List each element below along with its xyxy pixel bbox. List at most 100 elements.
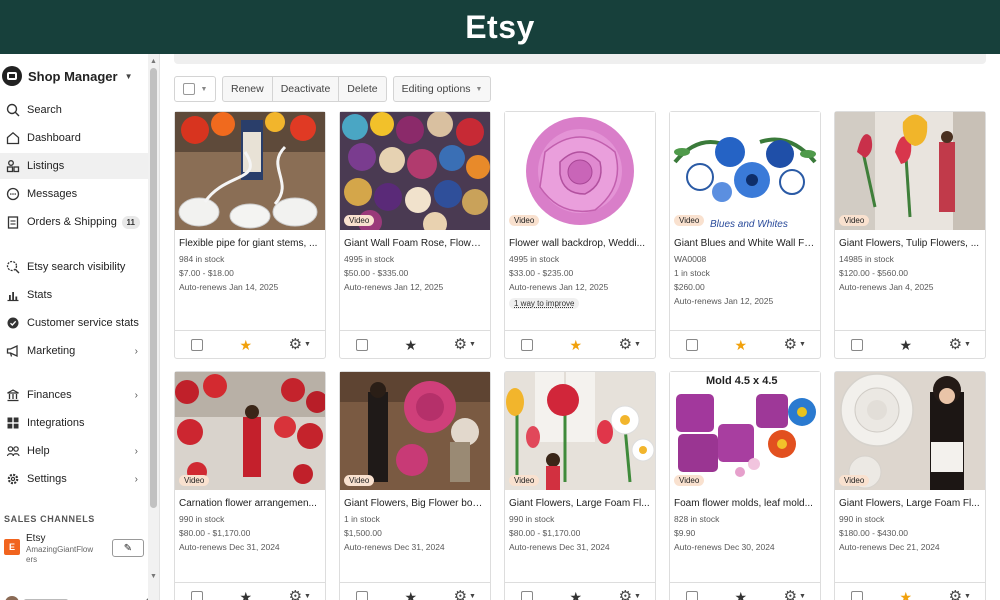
listing-info: Giant Flowers, Big Flower bou... 1 in st…: [340, 490, 490, 553]
listing-title[interactable]: Flexible pipe for giant stems, ...: [179, 238, 321, 251]
star-icon[interactable]: ★: [405, 338, 418, 352]
sidebar-item-marketing[interactable]: Marketing ›: [0, 338, 148, 364]
chevron-right-icon: ›: [134, 345, 138, 357]
star-icon[interactable]: ★: [570, 590, 583, 600]
sidebar-scrollbar[interactable]: ▲ ▼: [148, 54, 159, 600]
scroll-thumb[interactable]: [150, 68, 157, 508]
listing-card[interactable]: Flexible pipe for giant stems, ... 984 i…: [174, 111, 326, 359]
star-filled-icon[interactable]: ★: [240, 338, 253, 352]
sidebar-item-dashboard[interactable]: Dashboard: [0, 125, 148, 151]
listing-thumbnail[interactable]: Video: [340, 372, 490, 490]
listing-title[interactable]: Giant Flowers, Large Foam Fl...: [839, 498, 981, 511]
listing-card[interactable]: Video Carnation flower arrangemen... 990…: [174, 371, 326, 600]
listing-stock: 1 in stock: [674, 268, 710, 278]
listing-title[interactable]: Giant Flowers, Large Foam Fl...: [509, 498, 651, 511]
shop-manager-menu[interactable]: Shop Manager ▼: [2, 66, 133, 86]
sidebar-item-messages[interactable]: Messages: [0, 181, 148, 207]
user-account-row[interactable]: [2, 592, 152, 600]
sidebar-item-customer-service-stats[interactable]: Customer service stats: [0, 310, 148, 336]
listing-checkbox[interactable]: [191, 590, 203, 600]
listing-thumbnail[interactable]: Video: [175, 372, 325, 490]
listing-thumbnail[interactable]: Video: [835, 372, 985, 490]
star-icon[interactable]: ★: [405, 590, 418, 600]
sidebar-item-help[interactable]: Help ›: [0, 438, 148, 464]
listing-thumbnail[interactable]: Video: [835, 112, 985, 230]
listing-settings-menu[interactable]: ⚙ ▼: [949, 337, 971, 352]
listing-card[interactable]: Video Giant Flowers, Large Foam Fl... 99…: [834, 371, 986, 600]
scroll-down-arrow-icon[interactable]: ▼: [150, 573, 157, 580]
listing-card[interactable]: Blues and Whites Video Giant Blues and W…: [669, 111, 821, 359]
sidebar-item-stats[interactable]: Stats: [0, 282, 148, 308]
renew-button[interactable]: Renew: [223, 77, 273, 101]
listing-settings-menu[interactable]: ⚙ ▼: [289, 589, 311, 600]
listing-title[interactable]: Carnation flower arrangemen...: [179, 498, 321, 511]
listing-card[interactable]: Video Giant Wall Foam Rose, Flower ... 4…: [339, 111, 491, 359]
editing-options-dropdown[interactable]: Editing options ▼: [392, 76, 492, 102]
sidebar-item-search[interactable]: Search: [0, 97, 148, 123]
star-filled-icon[interactable]: ★: [900, 590, 913, 600]
listing-card[interactable]: Video Giant Flowers, Tulip Flowers, ... …: [834, 111, 986, 359]
listing-settings-menu[interactable]: ⚙ ▼: [289, 337, 311, 352]
listing-thumbnail[interactable]: Video: [505, 372, 655, 490]
listing-settings-menu[interactable]: ⚙ ▼: [454, 337, 476, 352]
listing-stock: 984 in stock: [179, 254, 225, 264]
listing-info: Foam flower molds, leaf mold... 828 in s…: [670, 490, 820, 553]
listing-title[interactable]: Giant Flowers, Big Flower bou...: [344, 498, 486, 511]
improve-suggestion-link[interactable]: 1 way to improve: [509, 298, 580, 309]
sidebar-item-orders-shipping[interactable]: Orders & Shipping 11: [0, 209, 148, 235]
listing-title[interactable]: Giant Blues and White Wall Fo...: [674, 238, 816, 251]
listing-settings-menu[interactable]: ⚙ ▼: [949, 589, 971, 600]
listing-settings-menu[interactable]: ⚙ ▼: [619, 589, 641, 600]
star-icon[interactable]: ★: [240, 590, 253, 600]
listing-title[interactable]: Giant Flowers, Tulip Flowers, ...: [839, 238, 981, 251]
listing-settings-menu[interactable]: ⚙ ▼: [618, 335, 641, 353]
home-icon: [4, 129, 22, 147]
listing-footer: ★ ⚙ ▼: [340, 582, 490, 600]
listing-checkbox[interactable]: [851, 338, 863, 351]
listing-title[interactable]: Foam flower molds, leaf mold...: [674, 498, 816, 511]
star-icon[interactable]: ★: [900, 338, 913, 352]
listing-checkbox[interactable]: [191, 338, 203, 351]
listing-card[interactable]: Video Giant Flowers, Large Foam Fl... 99…: [504, 371, 656, 600]
listing-info: Flexible pipe for giant stems, ... 984 i…: [175, 230, 325, 293]
listing-stock: 4995 in stock: [344, 254, 395, 264]
edit-channel-button[interactable]: ✎: [112, 539, 144, 557]
listing-thumbnail[interactable]: [175, 112, 325, 230]
sidebar-item-integrations[interactable]: Integrations: [0, 410, 148, 436]
scroll-up-arrow-icon[interactable]: ▲: [150, 58, 157, 65]
star-filled-icon[interactable]: ★: [735, 338, 748, 352]
listing-checkbox[interactable]: [521, 590, 533, 600]
help-icon: [4, 442, 22, 460]
star-icon[interactable]: ★: [735, 590, 748, 600]
listing-settings-menu[interactable]: ⚙ ▼: [784, 337, 806, 352]
listing-thumbnail[interactable]: Video: [505, 112, 655, 230]
listing-checkbox[interactable]: [356, 590, 368, 600]
listing-settings-menu[interactable]: ⚙ ▼: [784, 589, 806, 600]
listing-card[interactable]: Video Giant Flowers, Big Flower bou... 1…: [339, 371, 491, 600]
listing-checkbox[interactable]: [521, 338, 533, 351]
sales-channel-etsy[interactable]: E Etsy AmazingGiantFlowers ✎: [4, 531, 144, 571]
sidebar-item-settings[interactable]: Settings ›: [0, 466, 148, 492]
listing-settings-menu[interactable]: ⚙ ▼: [454, 589, 476, 600]
listing-title[interactable]: Flower wall backdrop, Weddi...: [509, 238, 651, 251]
listing-thumbnail[interactable]: Video: [340, 112, 490, 230]
listing-title[interactable]: Giant Wall Foam Rose, Flower ...: [344, 238, 486, 251]
listing-info: Giant Wall Foam Rose, Flower ... 4995 in…: [340, 230, 490, 293]
gear-icon: ⚙: [618, 335, 633, 353]
sidebar-item-finances[interactable]: Finances ›: [0, 382, 148, 408]
star-filled-icon[interactable]: ★: [570, 338, 583, 352]
select-all-checkbox[interactable]: ▼: [174, 76, 216, 102]
listing-thumbnail[interactable]: Mold 4.5 x 4.5 Video: [670, 372, 820, 490]
sidebar-item-search-visibility[interactable]: Etsy search visibility: [0, 254, 148, 280]
deactivate-button[interactable]: Deactivate: [273, 77, 340, 101]
listing-card[interactable]: Mold 4.5 x 4.5 Video Foam flower molds, …: [669, 371, 821, 600]
listing-thumbnail[interactable]: Blues and Whites Video: [670, 112, 820, 230]
image-overlay-text: Mold 4.5 x 4.5: [706, 375, 778, 387]
listing-checkbox[interactable]: [686, 590, 698, 600]
listing-checkbox[interactable]: [686, 338, 698, 351]
listing-card[interactable]: Video Flower wall backdrop, Weddi... 499…: [504, 111, 656, 359]
listing-checkbox[interactable]: [851, 590, 863, 600]
delete-button[interactable]: Delete: [339, 77, 385, 101]
sidebar-item-listings[interactable]: Listings: [0, 153, 148, 179]
listing-checkbox[interactable]: [356, 338, 368, 351]
